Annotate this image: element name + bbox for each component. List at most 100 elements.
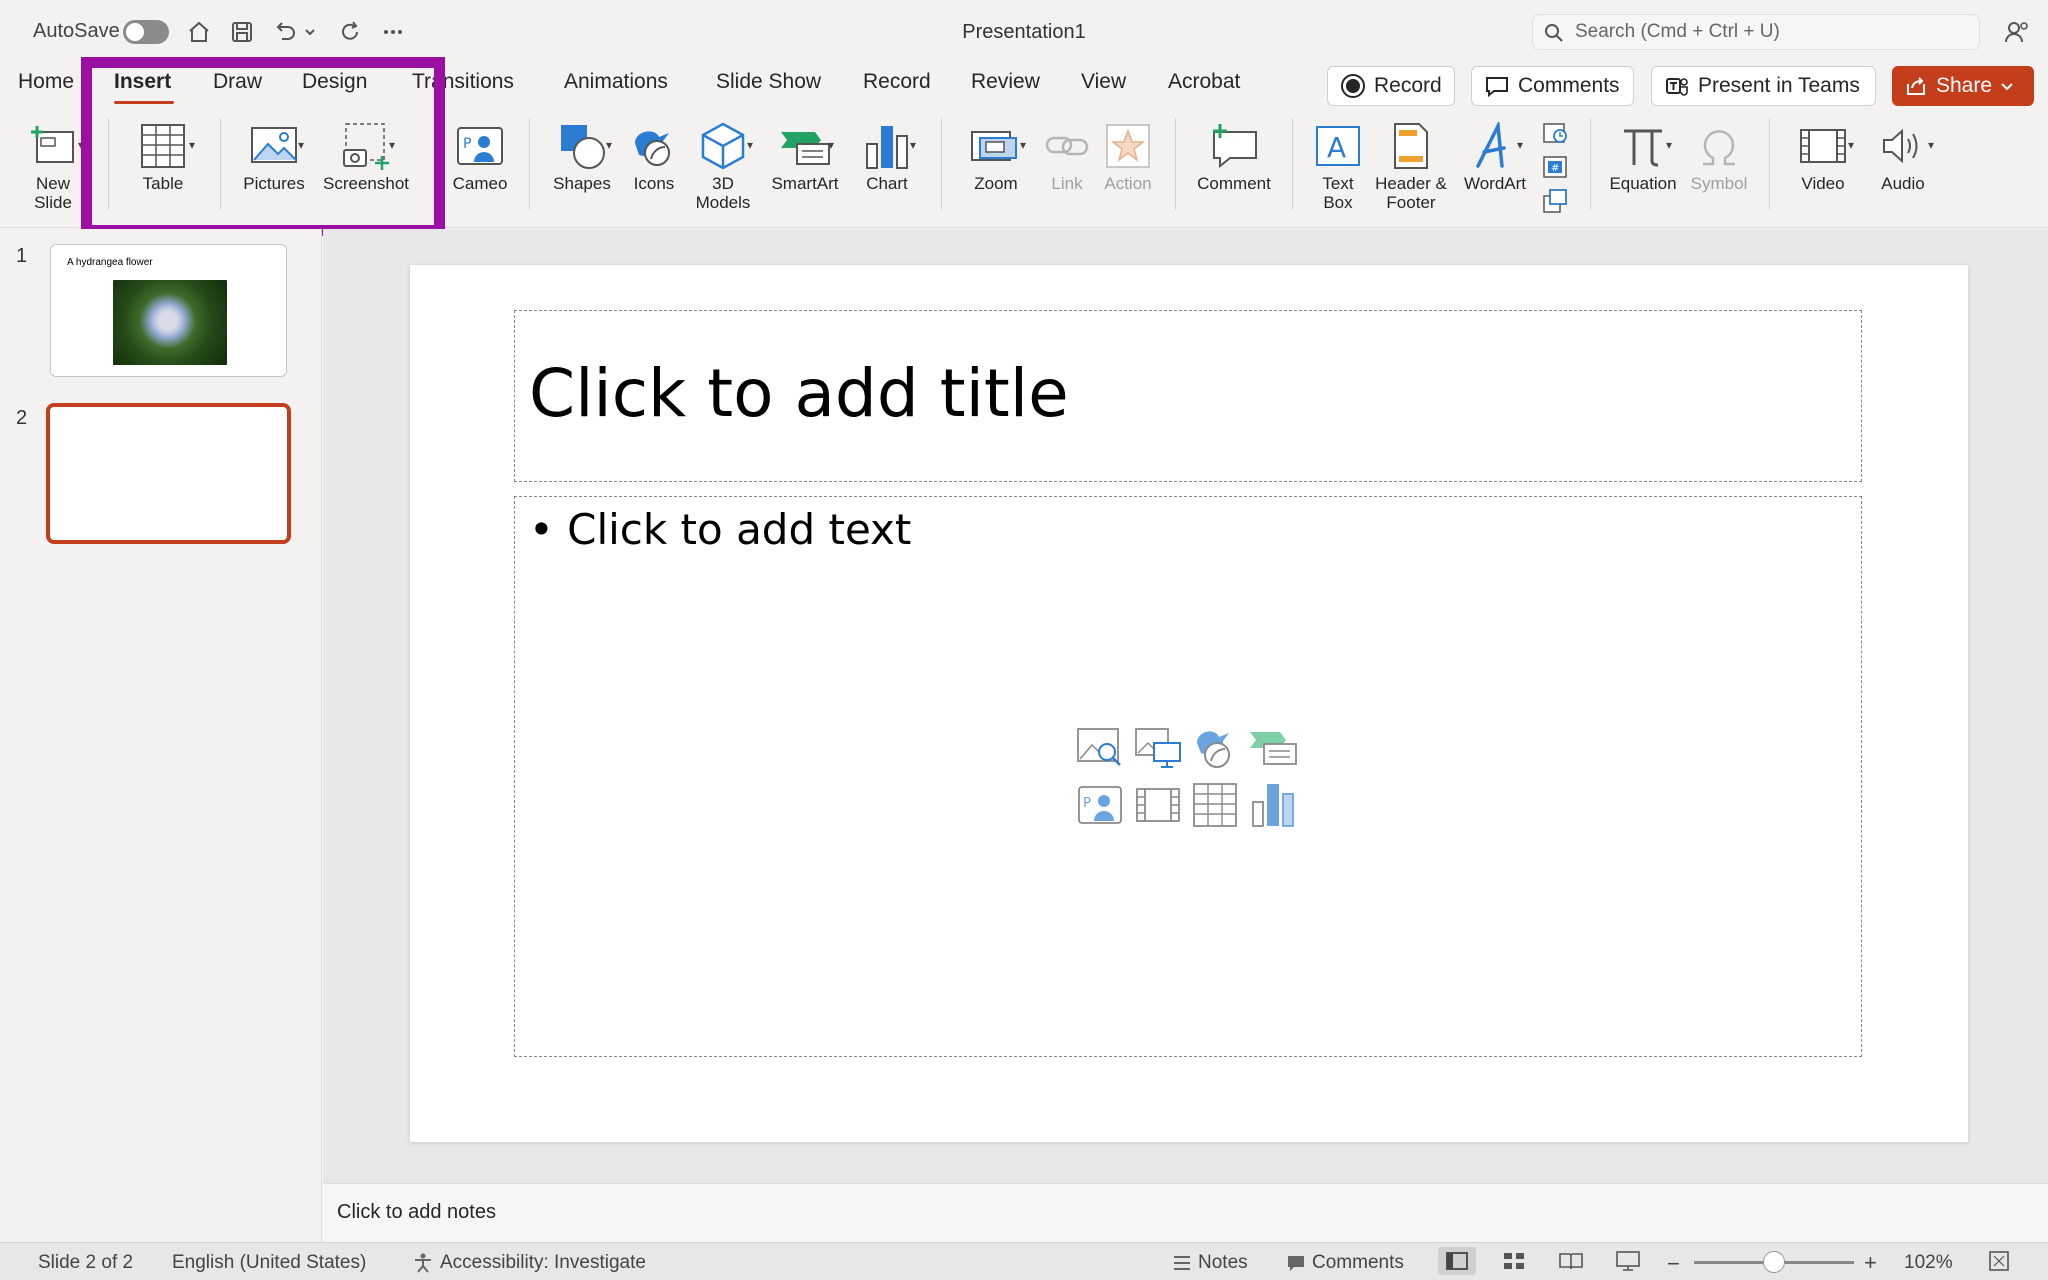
video-button[interactable]: Video xyxy=(1790,118,1856,193)
table-chevron-icon[interactable]: ▾ xyxy=(189,138,195,152)
shapes-button[interactable]: Shapes xyxy=(546,118,618,193)
new-slide-chevron-icon[interactable]: ▾ xyxy=(78,138,84,152)
table-button[interactable]: Table xyxy=(128,118,198,193)
slide-thumbnail-2[interactable] xyxy=(46,403,291,544)
title-placeholder[interactable]: Click to add title xyxy=(514,310,1862,482)
search-box[interactable] xyxy=(1532,14,1980,50)
new-slide-button[interactable]: New Slide xyxy=(14,118,92,212)
zoom-icon xyxy=(970,118,1022,174)
stock-images-icon[interactable] xyxy=(1075,722,1125,772)
autosave-toggle[interactable] xyxy=(123,20,169,44)
share-people-icon[interactable] xyxy=(2000,14,2036,50)
zoom-out-icon[interactable]: − xyxy=(1667,1251,1680,1277)
tab-slide-show[interactable]: Slide Show xyxy=(716,70,821,94)
tab-acrobat[interactable]: Acrobat xyxy=(1168,70,1240,94)
screenshot-button[interactable]: Screenshot xyxy=(318,118,414,193)
content-placeholder-text: • Click to add text xyxy=(529,505,912,554)
thumbnail-number: 1 xyxy=(16,245,28,267)
audio-button[interactable]: Audio xyxy=(1870,118,1936,193)
slide-thumbnail-1[interactable]: A hydrangea flower xyxy=(50,244,287,377)
tab-animations[interactable]: Animations xyxy=(564,70,668,94)
insert-video-icon[interactable] xyxy=(1133,780,1183,830)
tab-transitions[interactable]: Transitions xyxy=(412,70,514,94)
search-icon xyxy=(1543,22,1565,49)
search-input[interactable] xyxy=(1575,19,1965,45)
screenshot-chevron-icon[interactable]: ▾ xyxy=(389,138,395,152)
tab-view[interactable]: View xyxy=(1081,70,1126,94)
chart-chevron-icon[interactable]: ▾ xyxy=(910,138,916,152)
zoom-button[interactable]: Zoom xyxy=(960,118,1032,193)
comments-toggle-button[interactable]: Comments xyxy=(1286,1252,1404,1274)
ribbon-separator xyxy=(1292,118,1293,210)
wordart-button[interactable]: WordArt xyxy=(1458,118,1532,193)
action-button[interactable]: Action xyxy=(1098,118,1158,193)
equation-button[interactable]: Equation xyxy=(1606,118,1680,193)
notes-toggle-button[interactable]: Notes xyxy=(1172,1252,1248,1274)
language-indicator[interactable]: English (United States) xyxy=(172,1252,366,1274)
svg-text:P: P xyxy=(463,136,471,152)
record-button[interactable]: Record xyxy=(1327,66,1455,106)
slide-number-icon[interactable]: # xyxy=(1540,152,1570,182)
chart-button[interactable]: Chart xyxy=(852,118,922,193)
3d-models-button[interactable]: 3D Models xyxy=(688,118,758,212)
content-placeholder[interactable]: • Click to add text xyxy=(514,496,1862,1057)
ribbon-separator xyxy=(1590,118,1591,210)
reading-view-button[interactable] xyxy=(1552,1247,1590,1275)
thumbnail-title: A hydrangea flower xyxy=(67,257,153,268)
tab-review[interactable]: Review xyxy=(971,70,1040,94)
cameo-button[interactable]: P Cameo xyxy=(448,118,512,193)
fit-to-window-button[interactable] xyxy=(1980,1247,2018,1275)
zoom-slider-thumb[interactable] xyxy=(1763,1251,1785,1273)
redo-icon[interactable] xyxy=(334,16,366,48)
pictures-chevron-icon[interactable]: ▾ xyxy=(298,138,304,152)
shapes-chevron-icon[interactable]: ▾ xyxy=(606,138,612,152)
date-time-icon[interactable] xyxy=(1540,118,1570,148)
slide-sorter-view-button[interactable] xyxy=(1495,1247,1533,1275)
wordart-icon xyxy=(1472,118,1518,174)
insert-cameo-icon[interactable]: P xyxy=(1075,780,1125,830)
comment-button[interactable]: Comment xyxy=(1191,118,1277,193)
video-chevron-icon[interactable]: ▾ xyxy=(1848,138,1854,152)
smartart-chevron-icon[interactable]: ▾ xyxy=(828,138,834,152)
header-footer-button[interactable]: Header & Footer xyxy=(1371,118,1451,212)
pictures-button[interactable]: Pictures xyxy=(238,118,310,193)
wordart-chevron-icon[interactable]: ▾ xyxy=(1517,138,1523,152)
insert-smartart-icon[interactable] xyxy=(1248,722,1298,772)
object-icon[interactable] xyxy=(1540,186,1570,216)
tab-draw[interactable]: Draw xyxy=(213,70,262,94)
symbol-button[interactable]: Symbol xyxy=(1686,118,1752,193)
zoom-chevron-icon[interactable]: ▾ xyxy=(1020,138,1026,152)
slide-show-view-button[interactable] xyxy=(1609,1247,1647,1275)
tab-design[interactable]: Design xyxy=(302,70,367,94)
insert-pictures-icon[interactable] xyxy=(1133,722,1183,772)
share-chevron-down-icon[interactable] xyxy=(2000,79,2014,93)
ribbon-separator xyxy=(108,118,109,210)
insert-icons-icon[interactable] xyxy=(1190,722,1240,772)
tab-home[interactable]: Home xyxy=(18,70,74,94)
tab-insert[interactable]: Insert xyxy=(114,70,171,94)
equation-chevron-icon[interactable]: ▾ xyxy=(1666,138,1672,152)
comments-button[interactable]: Comments xyxy=(1471,66,1634,106)
undo-dropdown-chevron-icon[interactable] xyxy=(300,16,320,48)
zoom-percentage[interactable]: 102% xyxy=(1904,1252,1953,1274)
accessibility-status[interactable]: Accessibility: Investigate xyxy=(412,1252,646,1274)
normal-view-icon xyxy=(1446,1252,1468,1270)
link-button[interactable]: Link xyxy=(1042,118,1092,193)
audio-chevron-icon[interactable]: ▾ xyxy=(1928,138,1934,152)
share-button[interactable]: Share xyxy=(1892,66,2034,106)
icons-button[interactable]: Icons xyxy=(626,118,682,193)
smartart-button[interactable]: SmartArt xyxy=(765,118,845,193)
notes-pane[interactable]: Click to add notes xyxy=(323,1183,2048,1242)
tab-record[interactable]: Record xyxy=(863,70,931,94)
insert-table-icon[interactable] xyxy=(1190,780,1240,830)
3d-models-chevron-icon[interactable]: ▾ xyxy=(747,138,753,152)
insert-chart-icon[interactable] xyxy=(1248,780,1298,830)
text-box-button[interactable]: A Text Box xyxy=(1308,118,1368,212)
home-icon[interactable] xyxy=(183,16,215,48)
save-icon[interactable] xyxy=(226,16,258,48)
undo-icon[interactable] xyxy=(270,16,302,48)
zoom-in-icon[interactable]: + xyxy=(1864,1250,1877,1276)
present-in-teams-button[interactable]: Present in Teams xyxy=(1651,66,1876,106)
more-options-icon[interactable] xyxy=(377,16,409,48)
normal-view-button[interactable] xyxy=(1438,1247,1476,1275)
